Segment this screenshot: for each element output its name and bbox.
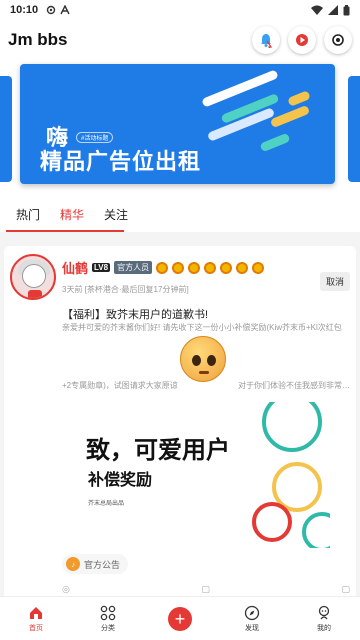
screen: 10:10 Jm bbs 嗨 #活动标题 精品广告位出租 热门 精华 关注 仙鹤… [0, 0, 360, 640]
nav-category[interactable]: 分类 [72, 597, 144, 640]
banner-tag: #活动标题 [76, 132, 114, 143]
tab-following[interactable]: 关注 [94, 196, 138, 232]
a-letter-icon [60, 5, 70, 15]
notification-icons [46, 5, 70, 15]
share-icon: ▢ [341, 584, 350, 594]
feed-tabs: 热门 精华 关注 [0, 196, 360, 232]
nav-add[interactable]: + [144, 597, 216, 640]
settings-icon [332, 34, 344, 46]
view-icon: ◎ [62, 584, 70, 594]
banner-decor-stroke [269, 104, 311, 129]
post-excerpt-continued: +2专属勋章)，试图请求大家原谅 对于你们体验不佳我感到非常… [62, 380, 350, 391]
post-excerpt-right: 对于你们体验不佳我感到非常… [238, 381, 350, 390]
promo-decor-shape [302, 512, 330, 548]
banner-decor-stroke [259, 132, 291, 153]
post-excerpt: 亲爱并可爱的芥末酱你们好! 请先收下这一份小小补偿奖励(Kiw芥末币+Kl次红包 [62, 323, 342, 332]
app-header: Jm bbs [0, 20, 360, 60]
medal-icon [156, 261, 169, 274]
post-card[interactable]: 仙鹤 LV8 官方人员 3天前 [茶杯港合·最后回复17分钟前] 取消 【福利】… [4, 246, 356, 600]
nav-category-label: 分类 [101, 624, 115, 632]
role-badge: 官方人员 [114, 261, 153, 274]
tab-featured[interactable]: 精华 [50, 196, 94, 232]
post-image[interactable]: 致，可爱用户 补偿奖励 芥末总局出品 [62, 402, 330, 548]
cancel-button[interactable]: 取消 [319, 272, 350, 291]
post-meta: 3天前 [茶杯港合·最后回复17分钟前] [62, 285, 189, 294]
banner-carousel[interactable]: 嗨 #活动标题 精品广告位出租 [0, 60, 360, 196]
category-label: 官方公告 [84, 559, 121, 570]
pleading-emoji-icon [180, 336, 226, 382]
avatar-badge [28, 290, 42, 298]
avatar-face [22, 264, 46, 288]
status-time: 10:10 [10, 4, 39, 16]
nav-discover[interactable]: 发现 [216, 597, 288, 640]
emoji-mouth [199, 371, 209, 374]
speaker-icon: ♪ [66, 557, 80, 571]
promo-decor-shape [252, 502, 292, 542]
home-icon [30, 606, 42, 619]
comment-icon: ▢ [201, 584, 210, 594]
level-badge: LV8 [92, 263, 111, 272]
username[interactable]: 仙鹤 [62, 258, 88, 277]
nav-discover-label: 发现 [245, 624, 259, 632]
user-row: 仙鹤 LV8 官方人员 [62, 258, 265, 277]
compass-icon [244, 605, 260, 620]
banner-decor-stroke [287, 90, 311, 107]
notification-button[interactable] [252, 26, 280, 54]
promo-line-1: 致，可爱用户 [86, 437, 230, 464]
promo-line-3: 芥末总局出品 [88, 501, 125, 507]
battery-icon [343, 4, 350, 15]
signal-icon [328, 5, 338, 15]
system-icons [311, 4, 350, 16]
medal-icon [220, 261, 233, 274]
gear-icon [46, 5, 56, 15]
nav-profile[interactable]: 我的 [288, 597, 360, 640]
medal-icon [236, 261, 249, 274]
profile-icon [318, 605, 330, 619]
tab-hot[interactable]: 热门 [6, 196, 50, 232]
wifi-icon [311, 5, 323, 15]
nav-home-label: 首页 [29, 624, 43, 632]
category-tag[interactable]: ♪ 官方公告 [62, 554, 129, 574]
app-title: Jm bbs [8, 30, 68, 49]
video-button[interactable] [288, 26, 316, 54]
emoji-eye [207, 355, 216, 366]
grid-icon [100, 605, 116, 620]
banner-headline: 精品广告位出租 [40, 149, 202, 174]
play-icon [296, 34, 308, 46]
promo-decor-shape [262, 402, 322, 452]
post-excerpt-left: +2专属勋章)，试图请求大家原谅 [62, 381, 178, 390]
post-stats: ◎ ▢ ▢ [62, 584, 350, 595]
medal-icon [204, 261, 217, 274]
post-title[interactable]: 【福利】致芥末用户的道歉书! [62, 306, 208, 322]
nav-profile-label: 我的 [317, 624, 331, 632]
avatar[interactable] [10, 254, 56, 300]
status-bar: 10:10 [0, 0, 360, 20]
emoji-eye [192, 355, 201, 366]
banner-prev-peek[interactable] [0, 76, 12, 182]
banner-next-peek[interactable] [348, 76, 360, 182]
medal-icon [252, 261, 265, 274]
add-icon: + [168, 606, 192, 631]
banner-slide[interactable]: 嗨 #活动标题 精品广告位出租 [20, 64, 335, 184]
promo-line-2: 补偿奖励 [88, 472, 153, 489]
medal-icon [172, 261, 185, 274]
medal-icon [188, 261, 201, 274]
header-actions [252, 26, 352, 54]
settings-button[interactable] [324, 26, 352, 54]
tab-underline [6, 230, 124, 232]
bottom-nav: 首页 分类 + 发现 我的 [0, 596, 360, 640]
nav-home[interactable]: 首页 [0, 597, 72, 640]
bell-icon [261, 34, 273, 48]
